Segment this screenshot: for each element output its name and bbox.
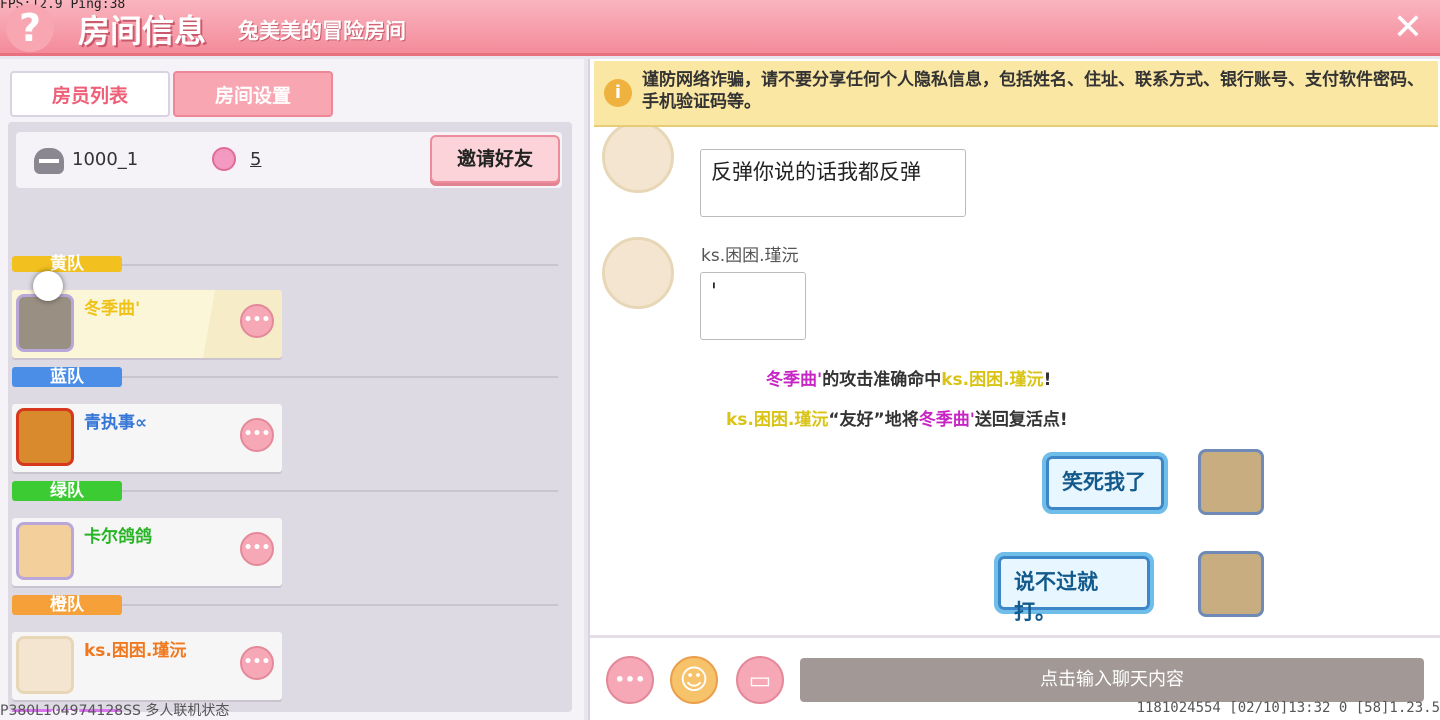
system-text: 的攻击准确命中: [822, 370, 942, 390]
chat-bubble-fancy: 说不过就打。: [994, 552, 1154, 624]
avatar: [16, 522, 74, 580]
keyboard-icon[interactable]: ▭: [736, 656, 784, 704]
divider: [122, 604, 558, 606]
info-icon: i: [604, 79, 632, 107]
touch-cursor: [33, 271, 63, 301]
system-message: ks.困困.瑾沅“友好”地将冬季曲'送回复活点!: [726, 405, 1068, 430]
player-name: 冬季曲': [918, 410, 975, 430]
room-info-bar: 1000_1 5 邀请好友: [16, 132, 562, 188]
system-message: 冬季曲'的攻击准确命中ks.困困.瑾沅!: [766, 365, 1051, 390]
invite-friends-button[interactable]: 邀请好友: [430, 135, 560, 183]
more-options-button[interactable]: •••: [240, 646, 274, 680]
tab-room-settings[interactable]: 房间设置: [173, 71, 333, 117]
list-item[interactable]: 卡尔鸽鸽 •••: [12, 518, 282, 586]
chat-input[interactable]: 点击输入聊天内容: [800, 658, 1424, 702]
team-label-yellow: 黄队: [12, 256, 122, 273]
chat-bubble: ': [700, 272, 806, 340]
member-name: ks.困困.瑾沅: [84, 641, 187, 661]
member-name: 冬季曲': [84, 299, 141, 319]
tab-members[interactable]: 房员列表: [10, 71, 170, 117]
room-name: 兔美美的冒险房间: [238, 19, 406, 43]
status-right: 1181024554 [02/10]13:32 0 [58]1.23.5: [1136, 700, 1440, 716]
chat-bubble-fancy: 笑死我了: [1042, 452, 1168, 514]
list-item[interactable]: 青执事∝ •••: [12, 404, 282, 472]
more-options-button[interactable]: •••: [240, 532, 274, 566]
more-options-button[interactable]: •••: [240, 304, 274, 338]
chat-panel: i 谨防网络诈骗，请不要分享任何个人隐私信息，包括姓名、住址、联系方式、银行账号…: [588, 59, 1440, 720]
player-name: 冬季曲': [766, 370, 823, 390]
team-label-orange: 橙队: [12, 595, 122, 615]
avatar: [602, 127, 674, 193]
divider: [122, 490, 558, 492]
chat-bubble: 反弹你说的话我都反弹: [700, 149, 966, 217]
help-icon[interactable]: ?: [6, 4, 54, 52]
emoji-icon[interactable]: ☺: [670, 656, 718, 704]
room-id: 1000_1: [72, 149, 139, 170]
more-options-icon[interactable]: •••: [606, 656, 654, 704]
avatar: [1198, 551, 1264, 617]
system-text: “友好”地将: [828, 410, 919, 430]
header: FPS:12.9 Ping:38 ? 房间信息 兔美美的冒险房间 ✕: [0, 0, 1440, 56]
fraud-warning-banner: i 谨防网络诈骗，请不要分享任何个人隐私信息，包括姓名、住址、联系方式、银行账号…: [594, 61, 1438, 127]
team-label-green: 绿队: [12, 481, 122, 501]
player-name: ks.困困.瑾沅: [726, 410, 829, 430]
member-name: 卡尔鸽鸽: [84, 527, 152, 547]
close-icon[interactable]: ✕: [1388, 8, 1428, 48]
member-panel: 房员列表 房间设置 1000_1 5 邀请好友 黄队 冬季曲' ••• 蓝队 青…: [0, 59, 584, 720]
member-list[interactable]: 1000_1 5 邀请好友 黄队 冬季曲' ••• 蓝队 青执事∝ ••• 绿队…: [8, 122, 572, 712]
avatar: [602, 237, 674, 309]
team-label-blue: 蓝队: [12, 367, 122, 387]
player-count: 5: [250, 149, 262, 170]
system-text: 送回复活点!: [974, 410, 1068, 430]
avatar: [16, 636, 74, 694]
member-name: 青执事∝: [84, 413, 148, 433]
avatar: [1198, 449, 1264, 515]
avatar: [16, 294, 74, 352]
divider: [122, 264, 558, 266]
list-item[interactable]: ks.困困.瑾沅 •••: [12, 632, 282, 700]
chat-messages[interactable]: 反弹你说的话我都反弹 ks.困困.瑾沅 ' 冬季曲'的攻击准确命中ks.困困.瑾…: [590, 127, 1440, 635]
page-title: 房间信息: [78, 12, 207, 50]
player-count-icon: [212, 147, 236, 171]
room-icon: [34, 148, 64, 174]
warning-text: 谨防网络诈骗，请不要分享任何个人隐私信息，包括姓名、住址、联系方式、银行账号、支…: [642, 70, 1424, 112]
player-name: ks.困困.瑾沅: [941, 370, 1044, 390]
more-options-button[interactable]: •••: [240, 418, 274, 452]
sender-name: ks.困困.瑾沅: [701, 246, 799, 266]
divider: [122, 376, 558, 378]
system-text: !: [1043, 370, 1052, 390]
avatar: [16, 408, 74, 466]
status-left: P380L104974128SS 多人联机状态: [0, 703, 230, 719]
